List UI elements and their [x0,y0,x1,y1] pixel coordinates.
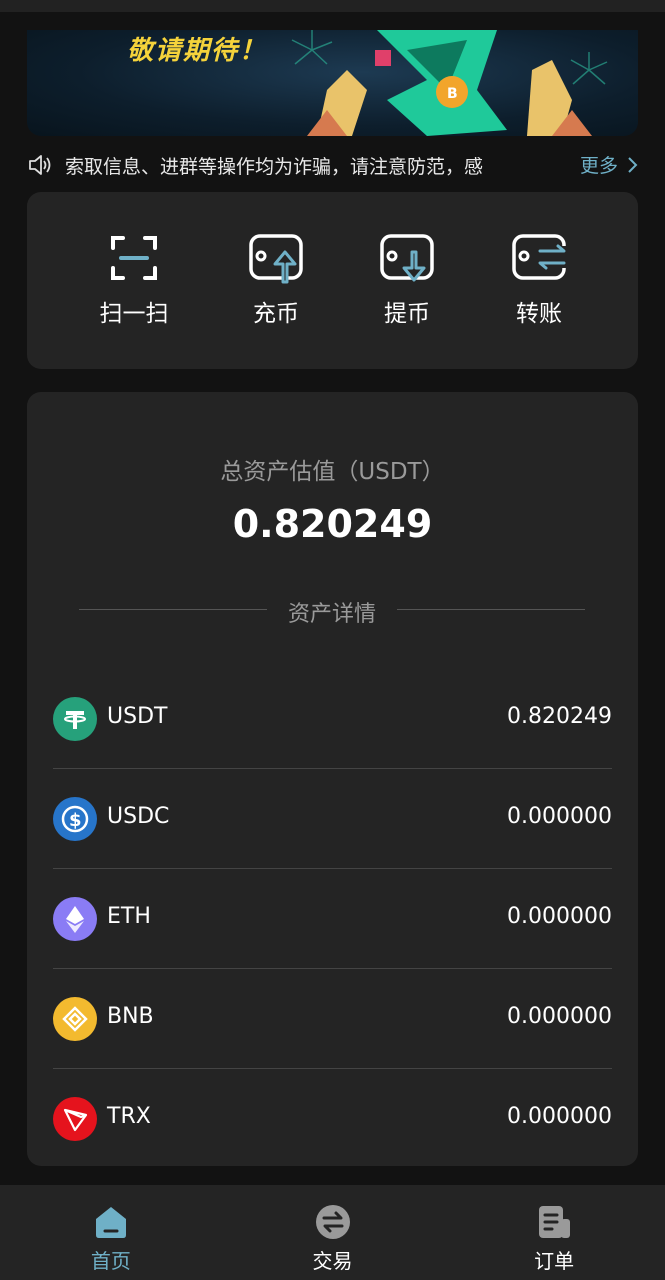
asset-amount: 0.000000 [507,1104,612,1129]
tab-home-label: 首页 [90,1249,131,1273]
total-assets-value: 0.820249 [232,502,433,546]
usdc-coin-icon: $ [53,797,97,841]
deposit-label: 充币 [253,301,299,327]
speaker-icon [29,155,51,175]
withdraw-icon [380,234,434,282]
asset-details-label: 资产详情 [287,602,376,627]
promo-banner[interactable]: B 敬请期待！ [27,30,638,136]
more-label: 更多 [579,155,618,177]
asset-amount: 0.000000 [507,1004,612,1029]
withdraw-label: 提币 [384,301,430,327]
tab-trade-label: 交易 [312,1249,353,1273]
tab-trade[interactable]: 交易 [222,1185,444,1280]
asset-row-bnb[interactable]: BNB 0.000000 [53,969,612,1069]
status-bar [0,0,665,12]
bnb-coin-icon [53,997,97,1041]
deposit-icon [249,234,303,284]
usdt-coin-icon [53,697,97,741]
home-icon [95,1207,126,1238]
asset-symbol: USDC [107,804,170,829]
assets-card: 总资产估值（USDT） 0.820249 资产详情 USDT 0.820249 … [27,392,638,1166]
svg-text:B: B [447,86,458,102]
asset-row-usdc[interactable]: $ USDC 0.000000 [53,769,612,869]
deposit-button[interactable]: 充币 [221,232,331,332]
notice-bar[interactable]: 索取信息、进群等操作均为诈骗，请注意防范，感 更多 [27,146,638,184]
asset-symbol: USDT [107,704,168,729]
asset-row-eth[interactable]: ETH 0.000000 [53,869,612,969]
tab-home[interactable]: 首页 [0,1185,222,1280]
bottom-tab-bar: 首页 交易 订单 [0,1185,665,1280]
quick-actions: 扫一扫 充币 提币 转账 [27,192,638,369]
asset-symbol: ETH [107,904,151,929]
eth-coin-icon [53,897,97,941]
svg-text:$: $ [69,810,82,831]
orders-icon [539,1206,571,1238]
notice-text: 索取信息、进群等操作均为诈骗，请注意防范，感 [65,155,484,178]
chevron-right-icon [628,156,638,173]
asset-amount: 0.000000 [507,904,612,929]
transfer-button[interactable]: 转账 [484,232,594,332]
scan-button[interactable]: 扫一扫 [79,232,189,332]
tab-orders-label: 订单 [534,1249,575,1273]
withdraw-button[interactable]: 提币 [352,232,462,332]
asset-amount: 0.820249 [507,704,612,729]
asset-symbol: TRX [107,1104,151,1129]
banner-title: 敬请期待！ [127,36,268,66]
transfer-label: 转账 [516,301,562,327]
asset-row-usdt[interactable]: USDT 0.820249 [53,669,612,769]
tab-orders[interactable]: 订单 [443,1185,665,1280]
transfer-icon [512,234,568,280]
scan-icon [111,236,157,280]
asset-details-divider: 资产详情 [79,592,585,628]
scan-label: 扫一扫 [99,301,169,327]
more-link[interactable]: 更多 [580,151,638,178]
trx-coin-icon [53,1097,97,1141]
asset-symbol: BNB [107,1004,154,1029]
exchange-icon [315,1205,350,1239]
asset-row-trx[interactable]: TRX 0.000000 [53,1069,612,1169]
asset-amount: 0.000000 [507,804,612,829]
banner-art-icon: B [291,30,608,136]
total-assets-label: 总资产估值（USDT） [220,459,445,485]
